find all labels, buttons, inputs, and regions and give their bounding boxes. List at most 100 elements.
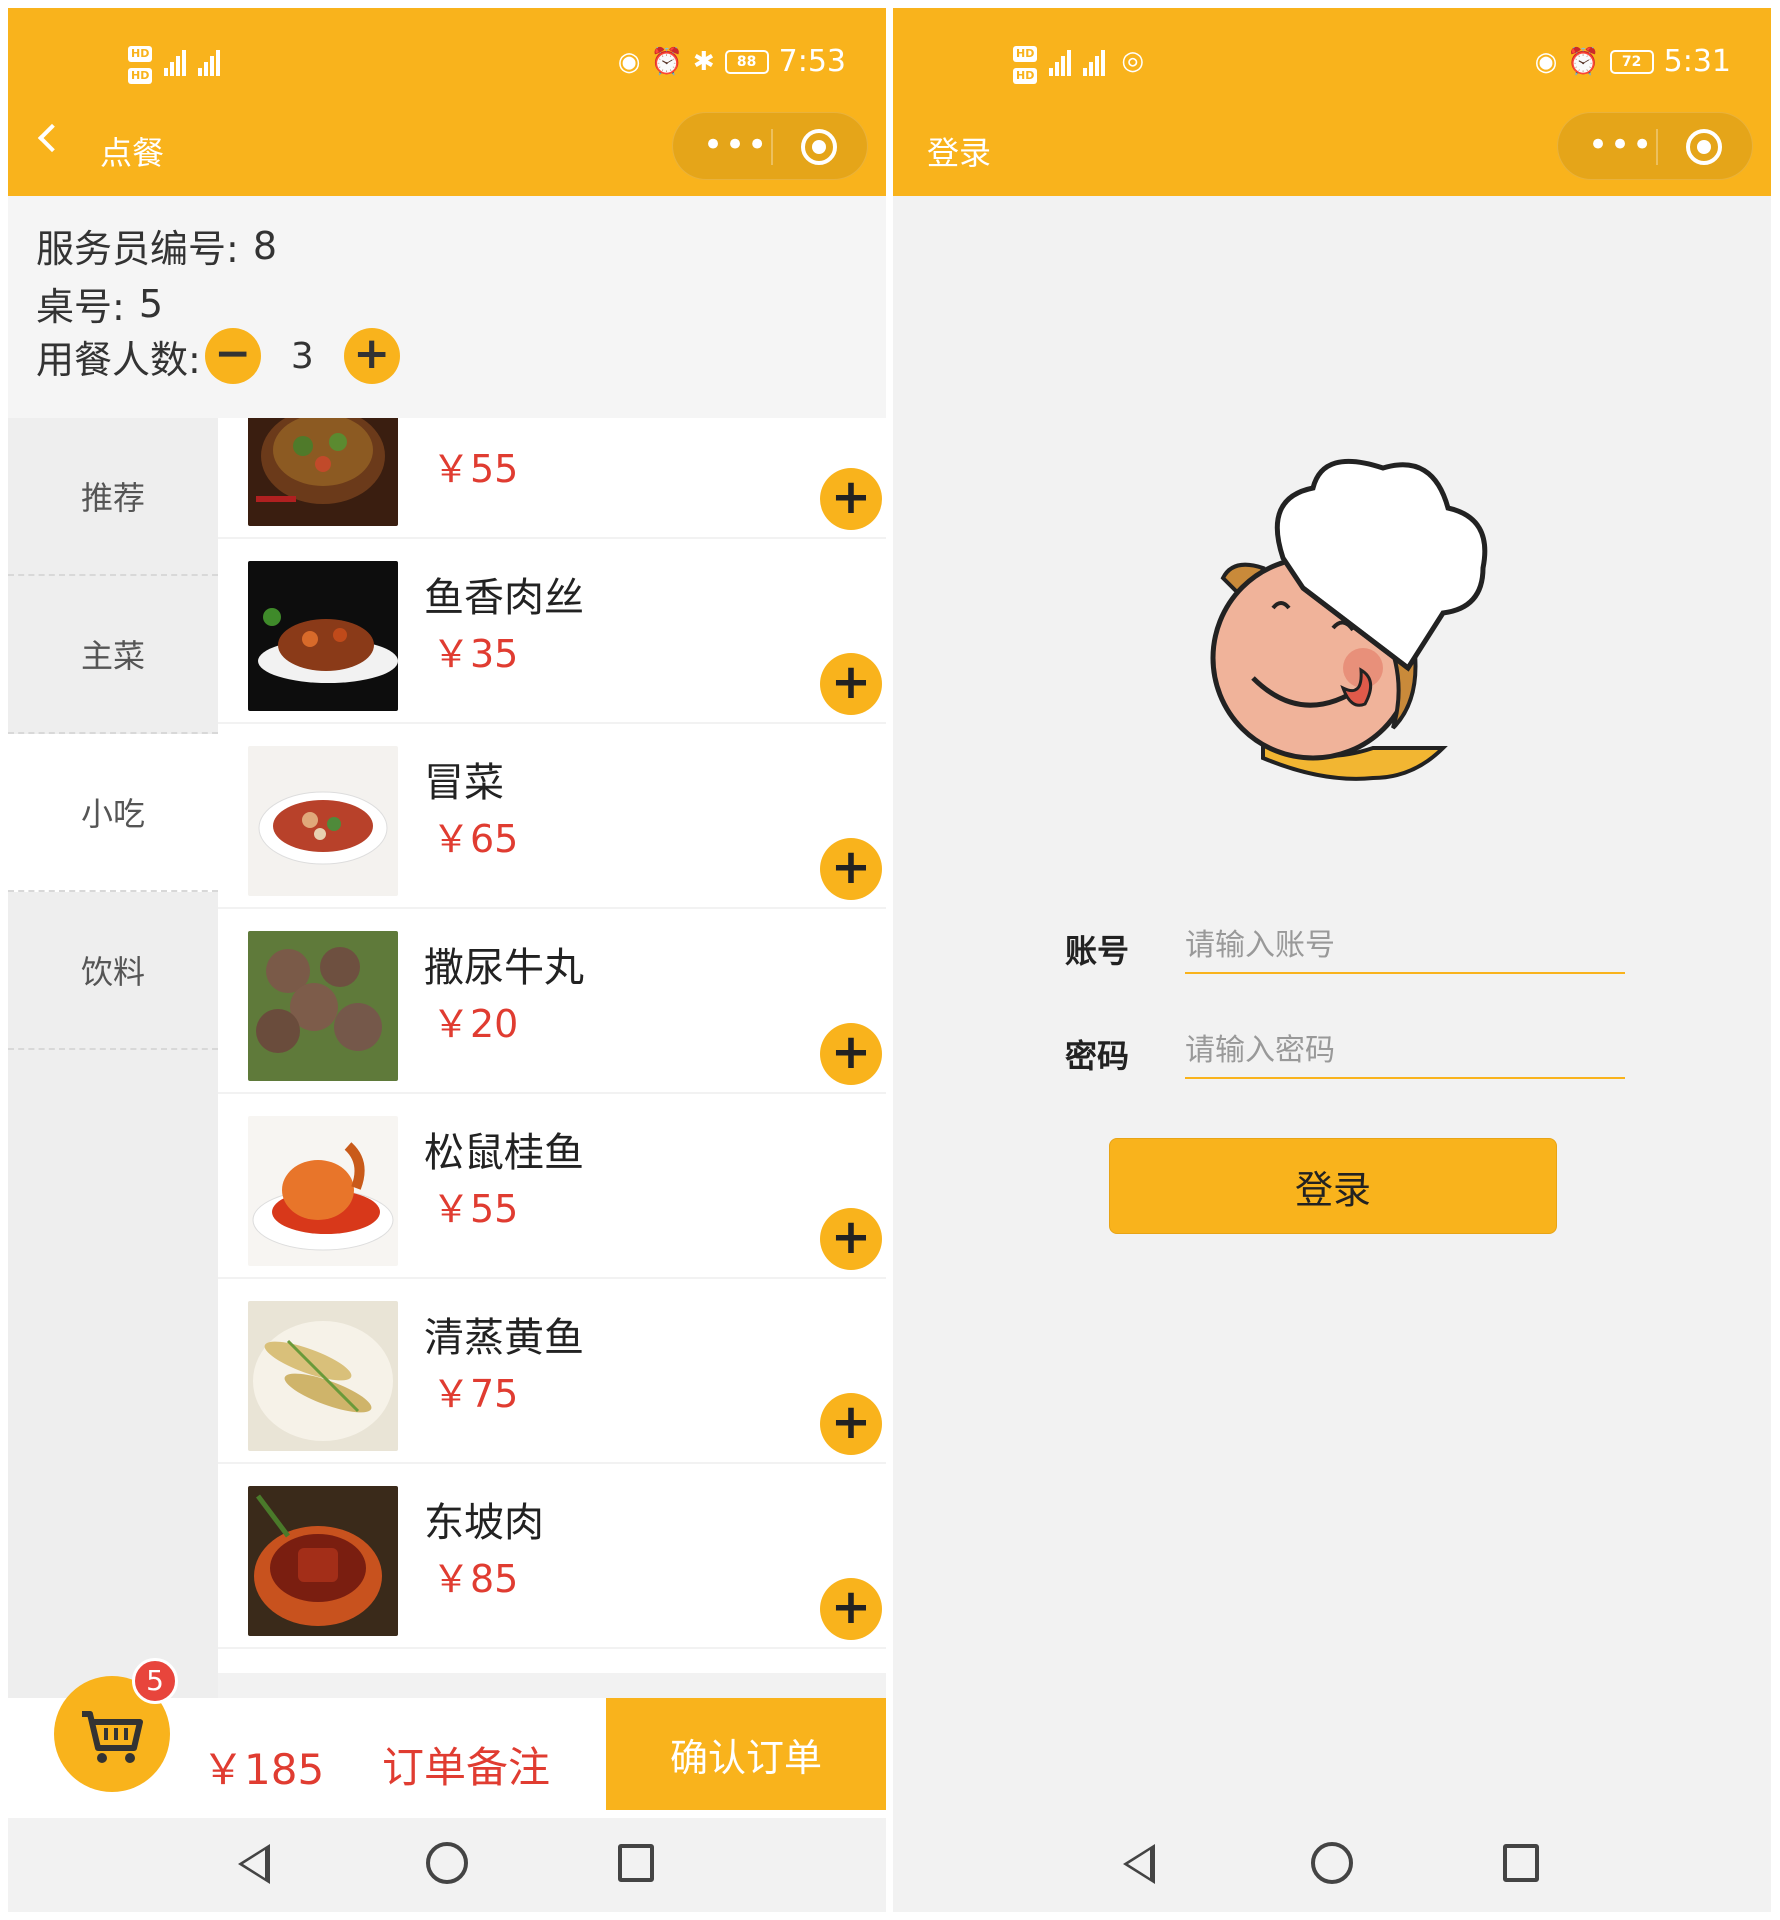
system-nav-bar	[8, 1818, 886, 1912]
eye-icon: ◉	[617, 46, 641, 77]
alarm-icon: ⏰	[1567, 46, 1600, 77]
cart-count-badge: 5	[132, 1658, 178, 1704]
order-total: ￥185	[202, 1745, 325, 1794]
signal-icon	[1049, 46, 1072, 76]
system-back-icon[interactable]	[238, 1844, 270, 1884]
eye-icon: ◉	[1534, 46, 1558, 77]
miniprogram-capsule: •••	[672, 112, 868, 180]
dish-photo	[248, 1301, 398, 1451]
order-info: 服务员编号: 8 桌号: 5 用餐人数: − 3 +	[8, 196, 886, 418]
category-sidebar: 推荐 主菜 小吃 饮料	[8, 418, 218, 1698]
battery-icon: 72	[1609, 49, 1654, 74]
hd-badge-1: HD	[128, 46, 153, 62]
more-menu-icon[interactable]: •••	[703, 125, 767, 165]
signal-icon-2	[198, 46, 221, 76]
dish-name: 松鼠桂鱼	[424, 1130, 584, 1176]
password-label: 密码	[1065, 1037, 1130, 1075]
close-target-icon[interactable]	[1686, 129, 1722, 165]
dish-price: ￥65	[432, 817, 519, 861]
table-row: 桌号: 5	[36, 276, 163, 331]
order-screen: HD HD ◉ ⏰ ✱ 88 7:53 点餐 ••• 服务员编号: 8 桌号: …	[8, 8, 886, 1912]
clock: 7:53	[778, 44, 846, 79]
page-title: 登录	[927, 134, 992, 172]
category-drinks[interactable]: 饮料	[8, 892, 218, 1050]
order-remark-link[interactable]: 订单备注	[382, 1734, 550, 1795]
system-back-icon[interactable]	[1123, 1844, 1155, 1884]
dish-photo	[248, 418, 398, 526]
alarm-icon: ⏰	[650, 46, 683, 77]
add-to-cart-button[interactable]: +	[820, 1023, 882, 1085]
signal-icon-2	[1083, 46, 1106, 76]
dish-price: ￥35	[432, 632, 519, 676]
dish-price: ￥55	[432, 1187, 519, 1231]
dish-item: 松鼠桂鱼 ￥55 +	[218, 1094, 886, 1279]
waiter-value: 8	[252, 223, 277, 268]
page-title: 点餐	[100, 134, 165, 172]
add-to-cart-button[interactable]: +	[820, 468, 882, 530]
dish-photo	[248, 561, 398, 711]
decrease-diners-button[interactable]: −	[204, 328, 261, 384]
capsule-divider	[771, 129, 773, 165]
password-row: 密码	[1065, 1023, 1625, 1083]
category-recommend[interactable]: 推荐	[8, 418, 218, 576]
account-input[interactable]	[1185, 918, 1625, 974]
nav-bar: 登录 •••	[893, 108, 1771, 184]
increase-diners-button[interactable]: +	[343, 328, 400, 384]
more-menu-icon[interactable]: •••	[1588, 125, 1652, 165]
dish-price: ￥55	[432, 447, 519, 491]
back-arrow-icon[interactable]	[37, 123, 67, 153]
system-recent-apps-icon[interactable]	[1503, 1844, 1539, 1882]
account-label: 账号	[1065, 932, 1130, 970]
sim-indicators: HD HD ◎	[1013, 46, 1144, 84]
category-main[interactable]: 主菜	[8, 576, 218, 734]
dish-photo	[248, 1486, 398, 1636]
diners-label: 用餐人数:	[36, 337, 201, 382]
hd-badge-1: HD	[1013, 46, 1038, 62]
add-to-cart-button[interactable]: +	[820, 838, 882, 900]
system-recent-apps-icon[interactable]	[618, 1844, 654, 1882]
waiter-label: 服务员编号:	[36, 227, 239, 271]
dish-name: 冒菜	[424, 760, 504, 806]
category-snack[interactable]: 小吃	[8, 734, 218, 892]
header-bar: HD HD ◎ ◉ ⏰ 72 5:31 登录 •••	[893, 8, 1771, 196]
close-target-icon[interactable]	[801, 129, 837, 165]
system-home-icon[interactable]	[426, 1842, 468, 1884]
hotspot-icon: ◎	[1121, 46, 1145, 76]
checkout-bar: 5 ￥185 订单备注 确认订单	[8, 1658, 886, 1818]
dish-photo	[248, 746, 398, 896]
login-screen: HD HD ◎ ◉ ⏰ 72 5:31 登录 ••• 账号 请输入账号 密码 登…	[893, 8, 1771, 1912]
chef-logo	[1193, 448, 1533, 808]
login-button[interactable]: 登录	[1109, 1138, 1557, 1234]
password-input[interactable]	[1185, 1023, 1625, 1079]
dish-item: 撒尿牛丸 ￥20 +	[218, 909, 886, 1094]
system-nav-bar	[893, 1818, 1771, 1912]
hd-badge-2: HD	[128, 68, 153, 84]
add-to-cart-button[interactable]: +	[820, 1578, 882, 1640]
dish-item: 东坡肉 ￥85 +	[218, 1464, 886, 1649]
confirm-order-button[interactable]: 确认订单	[606, 1698, 886, 1810]
diners-row: 用餐人数: − 3 +	[36, 328, 400, 384]
dish-photo	[248, 1116, 398, 1266]
clock: 5:31	[1663, 44, 1731, 79]
system-home-icon[interactable]	[1311, 1842, 1353, 1884]
dish-price: ￥85	[432, 1557, 519, 1601]
account-row: 账号	[1065, 918, 1625, 978]
dish-name: 鱼香肉丝	[424, 575, 584, 621]
dish-item: 清蒸黄鱼 ￥75 +	[218, 1279, 886, 1464]
add-to-cart-button[interactable]: +	[820, 1208, 882, 1270]
dish-name: 撒尿牛丸	[424, 945, 584, 991]
bluetooth-icon: ✱	[692, 46, 715, 77]
dish-name: 清蒸黄鱼	[424, 1315, 584, 1361]
dish-price: ￥20	[432, 1002, 519, 1046]
signal-icon	[164, 46, 187, 76]
add-to-cart-button[interactable]: +	[820, 653, 882, 715]
add-to-cart-button[interactable]: +	[820, 1393, 882, 1455]
dish-list: ￥55 + 鱼香肉丝 ￥35 + 冒菜 ￥65 + 撒尿牛丸 ￥20 + 松鼠桂…	[218, 418, 886, 1673]
battery-icon: 88	[724, 49, 769, 74]
dish-item: 冒菜 ￥65 +	[218, 724, 886, 909]
table-value: 5	[138, 281, 163, 326]
status-bar: HD HD ◉ ⏰ ✱ 88 7:53	[8, 28, 886, 98]
dish-item: 鱼香肉丝 ￥35 +	[218, 539, 886, 724]
status-bar: HD HD ◎ ◉ ⏰ 72 5:31	[893, 28, 1771, 98]
dish-photo	[248, 931, 398, 1081]
